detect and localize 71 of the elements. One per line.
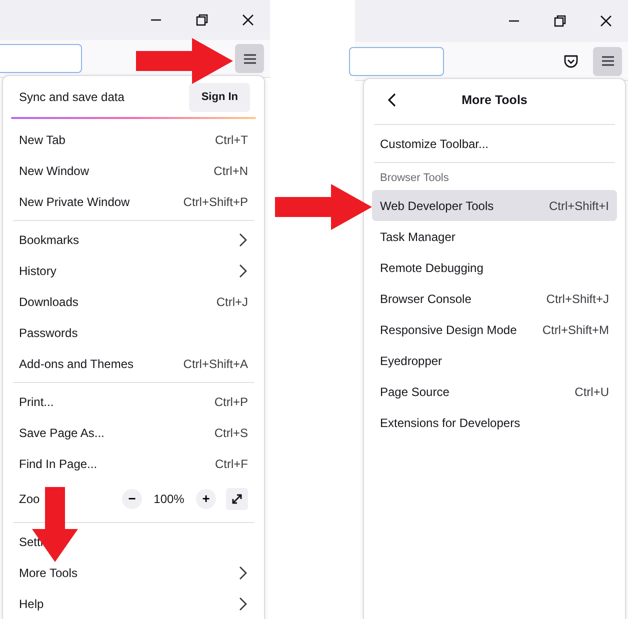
item-label: More Tools bbox=[19, 566, 78, 580]
shortcut-label: Ctrl+P bbox=[214, 394, 248, 408]
menu-item[interactable]: Passwords bbox=[11, 317, 256, 348]
shortcut-label: Ctrl+Shift+M bbox=[542, 322, 609, 336]
menu-item[interactable]: New Tab Ctrl+T bbox=[11, 124, 256, 155]
menu-item[interactable]: Add-ons and Themes Ctrl+Shift+A bbox=[11, 348, 256, 379]
menu-item[interactable]: Remote Debugging bbox=[372, 252, 617, 283]
menu-item[interactable]: New Private Window Ctrl+Shift+P bbox=[11, 186, 256, 217]
item-label: Save Page As... bbox=[19, 426, 104, 440]
shortcut-label: Ctrl+U bbox=[574, 384, 609, 398]
shortcut-label: Ctrl+J bbox=[216, 294, 248, 308]
shortcut-label: Ctrl+Shift+I bbox=[548, 198, 609, 212]
menu-item[interactable]: Find In Page... Ctrl+F bbox=[11, 448, 256, 479]
item-label: Help bbox=[19, 596, 44, 610]
item-label: Bookmarks bbox=[19, 232, 80, 246]
shortcut-label: Ctrl+F bbox=[215, 456, 248, 470]
item-label: Downloads bbox=[19, 294, 78, 308]
section-heading: Browser Tools bbox=[379, 171, 450, 186]
item-label: Browser Console bbox=[380, 292, 472, 306]
menu-item[interactable]: New Window Ctrl+N bbox=[11, 155, 256, 186]
zoom-label: Zoo bbox=[19, 492, 41, 506]
item-label: New Private Window bbox=[19, 194, 130, 208]
menu-item[interactable]: Downloads Ctrl+J bbox=[11, 286, 256, 317]
menu-item[interactable]: Web Developer Tools Ctrl+Shift+I bbox=[372, 190, 617, 221]
shortcut-label: Ctrl+T bbox=[215, 132, 248, 146]
fullscreen-button[interactable] bbox=[226, 488, 248, 510]
shortcut-label: Ctrl+Shift+A bbox=[183, 356, 248, 370]
item-label: History bbox=[19, 264, 56, 278]
menu-item[interactable]: Eyedropper bbox=[372, 345, 617, 376]
menu-item[interactable]: Browser Console Ctrl+Shift+J bbox=[372, 283, 617, 314]
item-label: New Tab bbox=[19, 132, 66, 146]
menu-item[interactable]: Help bbox=[11, 588, 256, 619]
item-label: Print... bbox=[19, 394, 54, 408]
menu-item[interactable]: Page Source Ctrl+U bbox=[372, 376, 617, 407]
item-label: Page Source bbox=[380, 384, 450, 398]
menu-item[interactable]: Extensions for Developers bbox=[372, 407, 617, 438]
item-label: Find In Page... bbox=[19, 456, 98, 470]
shortcut-label: Ctrl+S bbox=[214, 426, 248, 440]
item-label: Remote Debugging bbox=[380, 260, 484, 274]
zoom-level: 100% bbox=[152, 492, 186, 506]
menu-button[interactable] bbox=[235, 44, 264, 74]
item-label: Task Manager bbox=[380, 230, 456, 244]
menu-item[interactable]: Save Page As... Ctrl+S bbox=[11, 417, 256, 448]
menu-item[interactable]: Customize Toolbar... bbox=[372, 128, 617, 159]
expand-icon bbox=[231, 493, 243, 505]
address-field[interactable] bbox=[349, 46, 444, 76]
back-icon bbox=[387, 93, 397, 107]
menu-item[interactable]: History bbox=[11, 255, 256, 286]
item-label: Passwords bbox=[19, 326, 78, 340]
item-label: Web Developer Tools bbox=[380, 198, 494, 212]
menu-item[interactable]: Bookmarks bbox=[11, 224, 256, 255]
item-label: Eyedropper bbox=[380, 354, 442, 368]
item-label: Customize Toolbar... bbox=[380, 136, 488, 150]
menu-button[interactable] bbox=[593, 46, 622, 76]
sync-label: Sync and save data bbox=[19, 90, 124, 104]
menu-item[interactable]: Task Manager bbox=[372, 221, 617, 252]
item-label: Responsive Design Mode bbox=[380, 322, 517, 336]
menu-title: More Tools bbox=[460, 93, 528, 107]
menu-item[interactable]: More Tools bbox=[11, 557, 256, 588]
zoom-out-button[interactable]: − bbox=[122, 489, 142, 509]
sign-in-button[interactable]: Sign In bbox=[189, 82, 250, 112]
shortcut-label: Ctrl+Shift+J bbox=[546, 292, 609, 306]
shortcut-label: Ctrl+N bbox=[214, 164, 248, 178]
zoom-in-button[interactable]: + bbox=[196, 489, 216, 509]
menu-item[interactable]: Responsive Design Mode Ctrl+Shift+M bbox=[372, 314, 617, 345]
item-label: Add-ons and Themes bbox=[19, 356, 134, 370]
shortcut-label: Ctrl+Shift+P bbox=[183, 194, 248, 208]
menu-item[interactable]: Print... Ctrl+P bbox=[11, 386, 256, 417]
item-label: New Window bbox=[19, 164, 90, 178]
item-label: Extensions for Developers bbox=[380, 416, 520, 430]
address-field[interactable] bbox=[0, 44, 82, 74]
